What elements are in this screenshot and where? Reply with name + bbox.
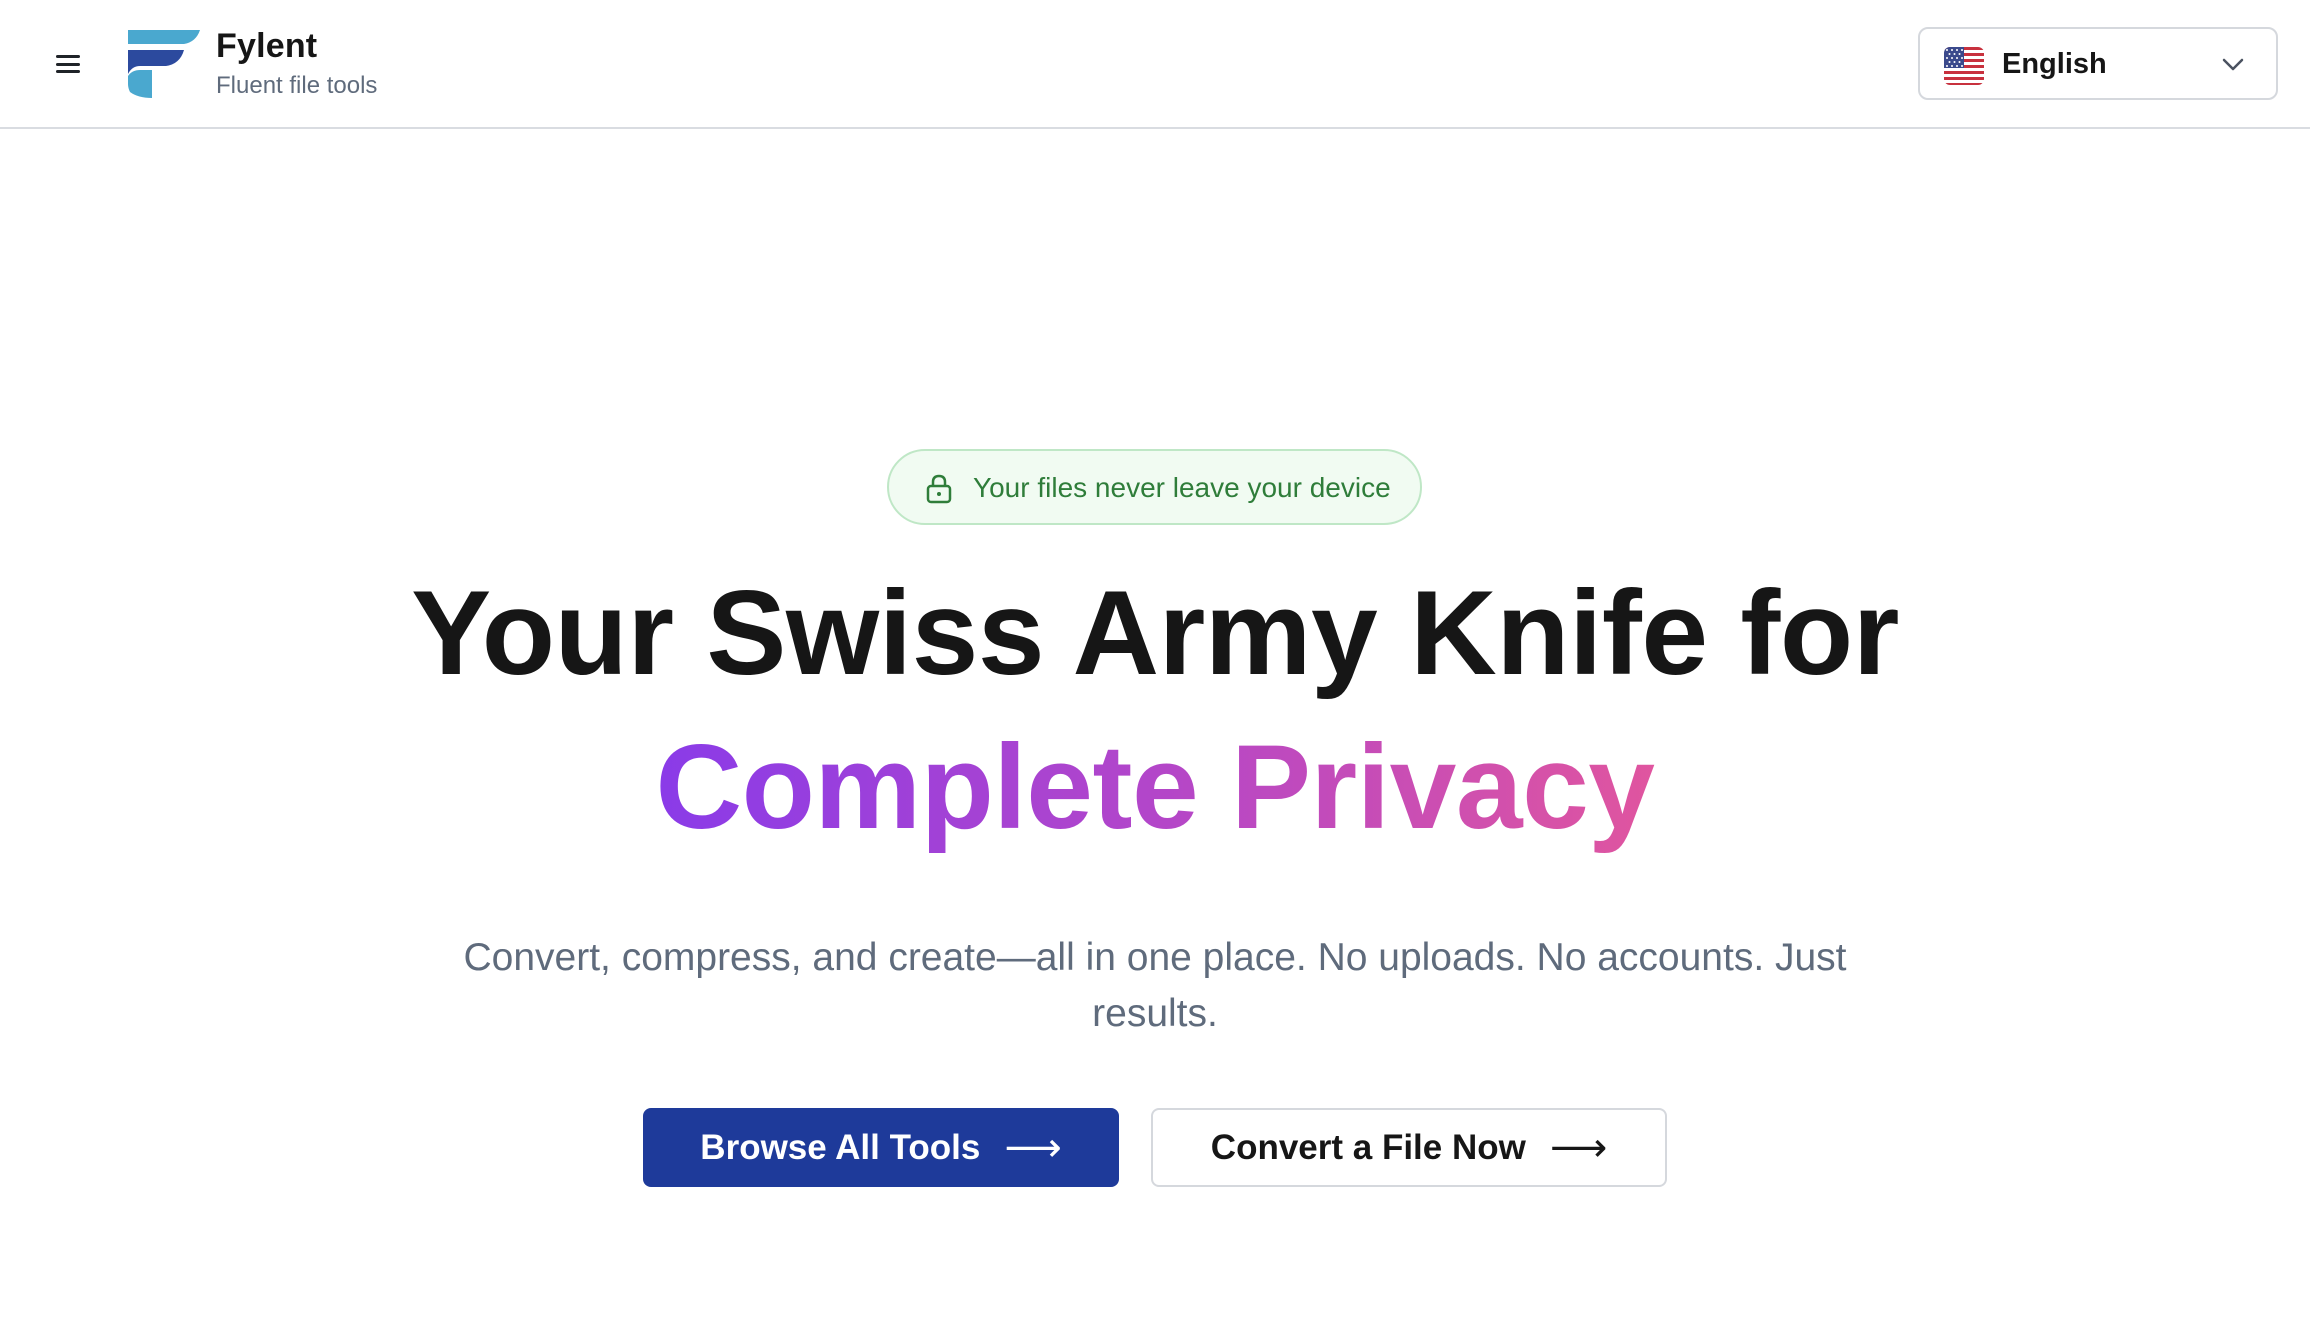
lock-icon — [926, 474, 952, 504]
hero-headline-line1: Your Swiss Army Knife for — [411, 566, 1899, 700]
us-flag-icon — [1944, 47, 1984, 85]
privacy-badge-text: Your files never leave your device — [973, 472, 1391, 503]
hero-headline-line2: Complete Privacy — [0, 722, 2310, 852]
hero-subtitle: Convert, compress, and create—all in one… — [463, 936, 1847, 1035]
arrow-right-icon: ⟶ — [1004, 1125, 1062, 1170]
arrow-right-icon: ⟶ — [1549, 1125, 1608, 1170]
convert-file-now-label: Convert a File Now — [1210, 1127, 1526, 1167]
language-select[interactable]: English — [1918, 27, 2278, 100]
brand-tagline: Fluent file tools — [216, 72, 378, 99]
chevron-down-icon — [2222, 58, 2244, 71]
language-label: English — [2002, 48, 2107, 80]
browse-all-tools-button[interactable]: Browse All Tools ⟶ — [643, 1108, 1119, 1187]
hamburger-menu-icon[interactable] — [52, 50, 84, 78]
browse-all-tools-label: Browse All Tools — [700, 1127, 981, 1167]
hero-headline-gradient-text: Complete Privacy — [655, 720, 1655, 854]
brand-name[interactable]: Fylent — [216, 27, 317, 66]
top-header: Fylent Fluent file tools English — [0, 0, 2310, 129]
convert-file-now-button[interactable]: Convert a File Now ⟶ — [1151, 1108, 1667, 1187]
privacy-badge: Your files never leave your device — [887, 449, 1422, 525]
fylent-logo-icon[interactable] — [118, 28, 202, 98]
